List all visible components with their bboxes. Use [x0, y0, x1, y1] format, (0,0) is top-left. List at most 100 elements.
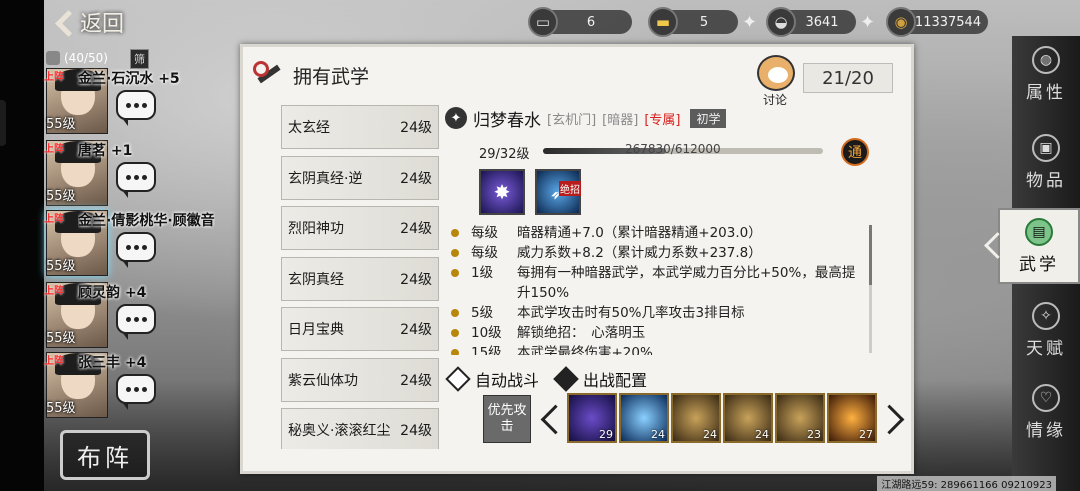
skill-slot[interactable]: 24 [671, 393, 721, 443]
gold-add-button[interactable]: ✦ [742, 12, 757, 33]
effect-row: 1级 每拥有一种暗器武学，本武学威力百分比+50%，最高提升150% [445, 263, 865, 303]
hero-level: 55级 [46, 401, 76, 416]
cart-count: 6 [586, 14, 596, 30]
bullet-icon [451, 249, 459, 257]
hero-name: 张三丰 +4 [78, 355, 147, 371]
hero-card[interactable]: 上阵 唐茗 +1 55级 [44, 140, 174, 206]
hero-name: 金兰·石沉水 +5 [78, 71, 180, 87]
effect-scrollbar[interactable] [869, 225, 872, 353]
battle-options: 自动战斗 出战配置 [445, 366, 647, 392]
hero-level: 55级 [46, 117, 76, 132]
skill-list-item[interactable]: 秘奥义·滚滚红尘 24级 [281, 408, 439, 449]
skill-list-item[interactable]: 烈阳神功 24级 [281, 206, 439, 250]
right-nav: ◍ 属性 ▣ 物品 ▤ 武学 ✧ 天赋 ♡ 情缘 [998, 36, 1080, 491]
gold-bar-icon: ▬ [648, 7, 678, 37]
chat-bubble-icon[interactable] [116, 374, 156, 410]
skill-header: ✦ 归梦春水 [玄机门] [暗器] [专属] 初学 [445, 107, 727, 131]
skill-list: 太玄经 24级 玄阴真经·逆 24级 烈阳神功 24级 玄阴真经 24级 日月宝典 24级… [281, 105, 441, 449]
skill-level: 29/32级 [479, 147, 530, 162]
auto-battle-toggle[interactable]: 自动战斗 [445, 366, 539, 392]
hero-card[interactable]: 上阵 顾灵韵 +4 55级 [44, 282, 174, 348]
bullet-icon [451, 229, 459, 237]
rank-badge: 初学 [690, 108, 727, 128]
bond-icon: ♡ [1032, 383, 1060, 412]
chat-bubble-icon[interactable] [116, 232, 156, 268]
martial-arts-icon: ▤ [1025, 217, 1053, 246]
hero-level: 55级 [46, 331, 76, 346]
skill-list-item[interactable]: 玄阴真经·逆 24级 [281, 155, 439, 200]
exp-text: 267830/612000 [625, 142, 721, 156]
priority-attack-button[interactable]: 优先攻击 [483, 395, 531, 443]
chat-bubble-icon[interactable] [116, 162, 156, 198]
coin-count: 11337544 [914, 14, 982, 30]
deployed-tag: 上阵 [44, 356, 64, 367]
sect-tag: [玄机门] [547, 112, 597, 128]
skill-count: 21/20 [803, 63, 893, 93]
effect-row: 每级 暗器精通+7.0（累计暗器精通+203.0） [445, 223, 865, 243]
crossed-diamond-icon [553, 366, 579, 392]
deploy-config-button[interactable]: 出战配置 [553, 366, 647, 392]
hero-name: 唐茗 +1 [78, 143, 133, 159]
talent-icon: ✧ [1032, 301, 1060, 330]
hero-card[interactable]: 上阵 金兰·倩影桃华·顾徽音 55级 [44, 210, 215, 276]
skill-slot[interactable]: 24 [619, 393, 669, 443]
coin-icon: ◉ [886, 7, 916, 37]
panel-title: 拥有武学 [253, 61, 369, 89]
skill-slot[interactable]: 23 [775, 393, 825, 443]
tab-attributes[interactable]: ◍ 属性 [1012, 36, 1080, 112]
effect-row: 每级 威力系数+8.2（累计威力系数+237.8） [445, 243, 865, 263]
chat-bubble-icon[interactable] [116, 90, 156, 126]
diamond-icon [445, 366, 471, 392]
skill-slot[interactable]: 29 [567, 393, 617, 443]
shiba-mascot-icon [757, 55, 795, 91]
mastery-button[interactable]: 通 [841, 138, 869, 166]
dart-icon [253, 61, 283, 89]
filter-button[interactable]: 筛 [130, 49, 149, 69]
attribute-icon: ◍ [1032, 45, 1060, 74]
skill-slot[interactable]: 27 [827, 393, 877, 443]
skill-list-item[interactable]: 紫云仙体功 24级 [281, 357, 439, 402]
tab-bonds[interactable]: ♡ 情缘 [1012, 374, 1080, 450]
tab-talent[interactable]: ✧ 天赋 [1012, 292, 1080, 368]
bullet-icon [451, 349, 459, 355]
silver-count: 3641 [805, 14, 839, 30]
back-label: 返回 [80, 12, 125, 37]
silver-ingot-icon: ◒ [766, 7, 796, 37]
deployed-tag: 上阵 [44, 144, 64, 155]
watermark-text: 江湖路远59: 289661166 09210923 [877, 476, 1056, 491]
skill-list-item[interactable]: 玄阴真经 24级 [281, 256, 439, 301]
bullet-icon [451, 329, 459, 337]
tab-items[interactable]: ▣ 物品 [1012, 124, 1080, 200]
skill-list-item[interactable]: 太玄经 24级 [281, 105, 439, 149]
sword-icon [46, 51, 60, 65]
effect-row: 10级 解锁绝招： 心落明玉 [445, 323, 865, 343]
cart-icon: ▭ [528, 7, 558, 37]
skill-slot[interactable]: 24 [723, 393, 773, 443]
effect-list: 每级 暗器精通+7.0（累计暗器精通+203.0） 每级 威力系数+8.2（累计威力… [445, 223, 865, 355]
silver-resource: ◒ 3641 ✦ [766, 7, 875, 37]
martial-arts-panel: 拥有武学 讨论 21/20 太玄经 24级 玄阴真经·逆 24级 烈阳神功 24级 玄… [240, 44, 914, 474]
hero-card[interactable]: 上阵 张三丰 +4 55级 [44, 352, 174, 418]
silver-add-button[interactable]: ✦ [860, 12, 875, 33]
skill-slot-bar: 优先攻击 29 24 24 24 23 27 [483, 393, 903, 447]
cart-resource: ▭ 6 [528, 7, 632, 37]
effect-row: 5级 本武学攻击时有50%几率攻击3排目标 [445, 303, 865, 323]
next-arrow-icon[interactable] [885, 399, 905, 439]
hero-card[interactable]: 上阵 金兰·石沉水 +5 55级 [44, 68, 180, 134]
back-button[interactable]: 返回 [52, 4, 124, 40]
type-tag: [暗器] [602, 112, 639, 128]
tab-martial-arts[interactable]: ▤ 武学 [998, 208, 1080, 284]
deployed-tag: 上阵 [44, 214, 64, 225]
chat-bubble-icon[interactable] [116, 304, 156, 340]
ultimate-move-icon[interactable]: ➶ 绝招 [535, 169, 581, 215]
discussion-button[interactable]: 讨论 [751, 55, 799, 109]
ultimate-tag: 绝招 [559, 181, 581, 196]
lineup-button[interactable]: 布阵 [60, 430, 150, 480]
skill-list-item[interactable]: 日月宝典 24级 [281, 307, 439, 351]
prev-arrow-icon[interactable] [539, 399, 559, 439]
shuriken-move-icon[interactable]: ✸ [479, 169, 525, 215]
shuriken-icon: ✦ [445, 107, 467, 129]
deployed-tag: 上阵 [44, 286, 64, 297]
hero-level: 55级 [46, 259, 76, 274]
coin-resource: ◉ 11337544 [886, 7, 988, 37]
